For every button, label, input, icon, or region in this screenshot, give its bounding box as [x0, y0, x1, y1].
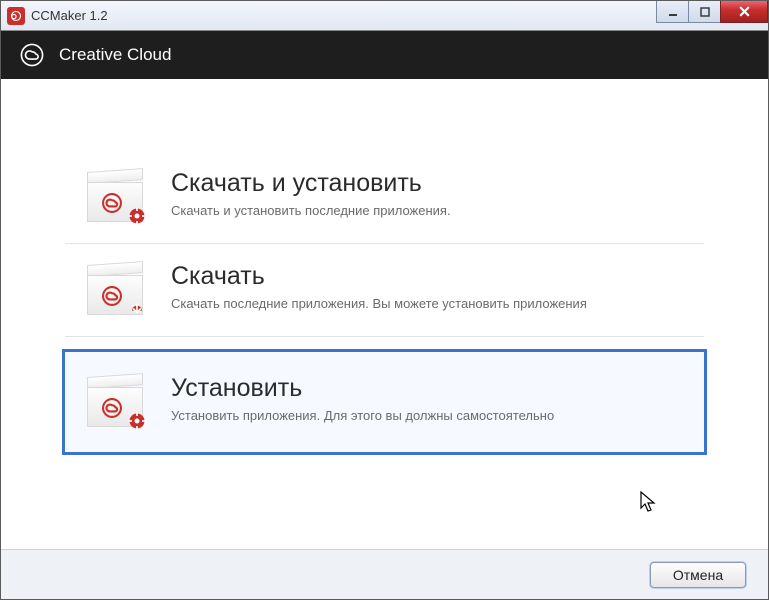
window-title: CCMaker 1.2	[31, 8, 108, 23]
option-download[interactable]: Скачать Скачать последние приложения. Вы…	[65, 244, 704, 337]
window-controls	[657, 1, 768, 23]
minimize-button[interactable]	[656, 1, 689, 23]
option-description: Скачать и установить последние приложени…	[171, 202, 684, 220]
option-title: Установить	[171, 374, 684, 403]
option-install[interactable]: Установить Установить приложения. Для эт…	[62, 349, 707, 455]
option-description: Скачать последние приложения. Вы можете …	[171, 295, 684, 313]
options-list: Скачать и установить Скачать и установит…	[65, 79, 704, 455]
package-icon	[85, 374, 145, 430]
title-bar[interactable]: CCMaker 1.2	[1, 1, 768, 31]
gear-icon	[127, 206, 147, 226]
package-icon	[85, 262, 145, 318]
option-download-install[interactable]: Скачать и установить Скачать и установит…	[65, 151, 704, 244]
maximize-button[interactable]	[688, 1, 721, 23]
download-icon	[127, 299, 147, 319]
header-title: Creative Cloud	[59, 45, 171, 65]
footer: Отмена	[1, 549, 768, 599]
app-header: Creative Cloud	[1, 31, 768, 79]
app-window: CCMaker 1.2 Creative Cloud	[0, 0, 769, 600]
main-content: Скачать и установить Скачать и установит…	[1, 79, 768, 549]
gear-icon	[127, 411, 147, 431]
close-button[interactable]	[720, 1, 768, 23]
package-icon	[85, 169, 145, 225]
option-title: Скачать и установить	[171, 169, 684, 198]
option-description: Установить приложения. Для этого вы долж…	[171, 407, 684, 425]
creative-cloud-icon	[19, 42, 45, 68]
cursor-icon	[640, 491, 658, 515]
app-icon	[7, 7, 25, 25]
option-title: Скачать	[171, 262, 684, 291]
cancel-button[interactable]: Отмена	[650, 562, 746, 588]
